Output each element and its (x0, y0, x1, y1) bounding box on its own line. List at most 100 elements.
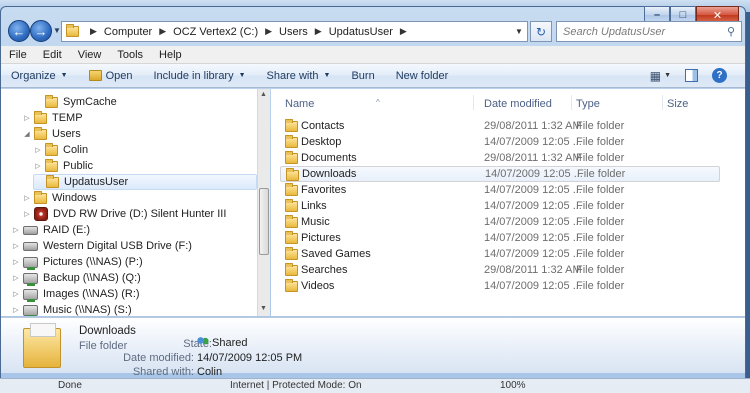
details-type: File folder (79, 340, 128, 352)
network-drive-icon (23, 288, 38, 302)
breadcrumb-drive[interactable]: OCZ Vertex2 (C:) (173, 26, 258, 38)
include-in-library-button[interactable]: Include in library ▼ (144, 70, 257, 82)
file-type: File folder (576, 200, 625, 212)
expand-arrow-icon[interactable]: ▷ (11, 226, 21, 234)
folder-icon (285, 231, 298, 244)
column-date-modified[interactable]: Date modified (484, 98, 552, 110)
file-date-modified: 14/07/2009 12:05 ... (484, 184, 582, 196)
preview-pane-icon[interactable] (685, 69, 698, 82)
file-row[interactable]: Downloads 14/07/2009 12:05 ... File folder (280, 166, 720, 182)
help-icon[interactable]: ? (712, 68, 727, 83)
file-name: Favorites (301, 184, 347, 196)
file-row[interactable]: Favorites 14/07/2009 12:05 ... File folder (280, 182, 720, 198)
refresh-icon: ↻ (535, 24, 547, 39)
column-divider[interactable] (571, 95, 572, 110)
address-bar[interactable]: ▶ Computer ▶ OCZ Vertex2 (C:) ▶ Users ▶ … (61, 21, 528, 42)
details-state-text: Shared (212, 337, 248, 349)
expand-arrow-icon[interactable]: ▷ (22, 210, 32, 218)
nav-item[interactable]: ▷ Windows (22, 190, 97, 206)
expand-arrow-icon[interactable]: ▷ (11, 306, 21, 314)
burn-button[interactable]: Burn (341, 70, 385, 82)
folder-icon (285, 151, 298, 164)
file-name: Music (301, 216, 330, 228)
nav-item[interactable]: ▷ Backup (\\NAS) (Q:) (11, 270, 141, 286)
nav-item[interactable]: ▷ Western Digital USB Drive (F:) (11, 238, 192, 254)
search-icon[interactable]: ⚲ (727, 25, 735, 38)
file-row[interactable]: Music 14/07/2009 12:05 ... File folder (280, 214, 720, 230)
file-name: Desktop (301, 136, 342, 148)
nav-item[interactable]: ▷ DVD RW Drive (D:) Silent Hunter III (22, 206, 226, 222)
recent-pages-dropdown-icon[interactable]: ▼ (53, 26, 61, 35)
file-type: File folder (576, 184, 625, 196)
navigation-scrollbar[interactable]: ▲ ▼ (257, 89, 270, 316)
breadcrumb-computer[interactable]: Computer (104, 26, 152, 38)
open-button[interactable]: Open (79, 70, 144, 82)
nav-item-label: Music (\\NAS) (S:) (43, 304, 132, 316)
breadcrumb-updatususer[interactable]: UpdatusUser (329, 26, 393, 38)
nav-item[interactable]: ▷ Images (\\NAS) (R:) (11, 286, 140, 302)
breadcrumb-separator-icon[interactable]: ▶ (90, 26, 97, 37)
file-row[interactable]: Contacts 29/08/2011 1:32 AM File folder (280, 118, 720, 134)
expand-arrow-icon[interactable]: ▷ (22, 114, 32, 122)
details-pane: Downloads File folder State: Shared Date… (1, 317, 745, 378)
column-size[interactable]: Size (667, 98, 688, 110)
file-row[interactable]: Searches 29/08/2011 1:32 AM File folder (280, 262, 720, 278)
file-date-modified: 14/07/2009 12:05 ... (484, 248, 582, 260)
menu-view[interactable]: View (70, 49, 110, 61)
nav-item[interactable]: SymCache (33, 94, 117, 110)
organize-button[interactable]: Organize ▼ (1, 70, 79, 82)
view-dropdown-icon[interactable]: ▼ (664, 72, 671, 79)
file-row[interactable]: Links 14/07/2009 12:05 ... File folder (280, 198, 720, 214)
expand-arrow-icon[interactable]: ▷ (11, 242, 21, 250)
address-history-dropdown-icon[interactable]: ▼ (511, 22, 527, 41)
expand-arrow-icon[interactable]: ▷ (33, 146, 43, 154)
column-type[interactable]: Type (576, 98, 600, 110)
file-type: File folder (576, 232, 625, 244)
menu-tools[interactable]: Tools (109, 49, 151, 61)
expand-arrow-icon[interactable]: ▷ (33, 162, 43, 170)
back-button[interactable]: ← (8, 20, 30, 42)
nav-item[interactable]: ▷ Public (33, 158, 93, 174)
nav-item[interactable]: ▷ RAID (E:) (11, 222, 90, 238)
file-name: Links (301, 200, 327, 212)
expand-arrow-icon[interactable]: ◢ (22, 130, 32, 138)
nav-item[interactable]: ▷ Colin (33, 142, 88, 158)
breadcrumb-separator-icon[interactable]: ▶ (400, 26, 407, 37)
breadcrumb-separator-icon[interactable]: ▶ (265, 26, 272, 37)
breadcrumb-separator-icon[interactable]: ▶ (159, 26, 166, 37)
background-status-text: Done (58, 380, 82, 391)
refresh-button[interactable]: ↻ (530, 21, 552, 42)
forward-button[interactable]: → (30, 20, 52, 42)
scrollbar-thumb[interactable] (259, 188, 269, 255)
column-divider[interactable] (473, 95, 474, 110)
search-input[interactable]: Search UpdatusUser ⚲ (556, 21, 742, 42)
file-row[interactable]: Desktop 14/07/2009 12:05 ... File folder (280, 134, 720, 150)
file-date-modified: 29/08/2011 1:32 AM (484, 120, 582, 132)
file-row[interactable]: Pictures 14/07/2009 12:05 ... File folder (280, 230, 720, 246)
background-zone-text: Internet | Protected Mode: On (230, 380, 362, 391)
share-with-button[interactable]: Share with ▼ (257, 70, 342, 82)
expand-arrow-icon[interactable]: ▷ (11, 274, 21, 282)
expand-arrow-icon[interactable]: ▷ (22, 194, 32, 202)
new-folder-button[interactable]: New folder (386, 70, 460, 82)
column-divider[interactable] (662, 95, 663, 110)
breadcrumb-separator-icon[interactable]: ▶ (315, 26, 322, 37)
column-name[interactable]: Name (285, 98, 314, 110)
file-row[interactable]: Videos 14/07/2009 12:05 ... File folder (280, 278, 720, 294)
menu-file[interactable]: File (1, 49, 35, 61)
expand-arrow-icon[interactable]: ▷ (11, 290, 21, 298)
scroll-up-icon[interactable]: ▲ (260, 91, 267, 98)
nav-item[interactable]: ▷ TEMP (22, 110, 83, 126)
breadcrumb-users[interactable]: Users (279, 26, 308, 38)
menu-edit[interactable]: Edit (35, 49, 70, 61)
scroll-down-icon[interactable]: ▼ (260, 305, 267, 312)
nav-item[interactable]: UpdatusUser (33, 174, 257, 190)
nav-item[interactable]: ▷ Pictures (\\NAS) (P:) (11, 254, 143, 270)
file-row[interactable]: Documents 29/08/2011 1:32 AM File folder (280, 150, 720, 166)
menu-help[interactable]: Help (151, 49, 190, 61)
file-row[interactable]: Saved Games 14/07/2009 12:05 ... File fold… (280, 246, 720, 262)
expand-arrow-icon[interactable]: ▷ (11, 258, 21, 266)
nav-item[interactable]: ▷ Music (\\NAS) (S:) (11, 302, 132, 316)
nav-item[interactable]: ◢ Users (22, 126, 81, 142)
change-view-icon[interactable]: ▦ (650, 69, 661, 83)
